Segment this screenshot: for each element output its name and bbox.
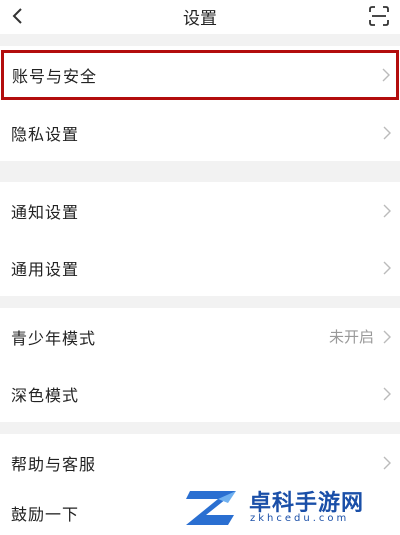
row-label: 帮助与客服 — [11, 454, 97, 474]
chevron-right-icon — [383, 456, 391, 469]
chevron-right-icon — [383, 126, 391, 139]
row-label: 深色模式 — [11, 385, 80, 405]
chevron-right-icon — [383, 387, 391, 400]
page-title: 设置 — [183, 9, 217, 29]
settings-row-general[interactable]: 通用设置 — [0, 239, 400, 296]
settings-row-account-security[interactable]: 账号与安全 — [1, 50, 399, 100]
row-label: 青少年模式 — [11, 328, 97, 348]
settings-row-privacy[interactable]: 隐私设置 — [0, 104, 400, 161]
row-label: 隐私设置 — [11, 124, 80, 144]
chevron-right-icon — [383, 204, 391, 217]
navigation-bar: 设置 — [0, 0, 400, 34]
chevron-right-icon — [382, 68, 390, 82]
row-label: 鼓励一下 — [11, 505, 80, 524]
scan-icon[interactable] — [368, 5, 390, 27]
watermark: 卓科手游网 zkhcedu.com — [184, 483, 394, 531]
settings-row-notifications[interactable]: 通知设置 — [0, 182, 400, 239]
settings-group-modes: 青少年模式 未开启 深色模式 — [0, 308, 400, 422]
settings-row-teen-mode[interactable]: 青少年模式 未开启 — [0, 308, 400, 365]
settings-row-dark-mode[interactable]: 深色模式 — [0, 365, 400, 422]
row-label: 通用设置 — [11, 259, 80, 279]
watermark-url: zkhcedu.com — [250, 513, 350, 524]
row-label: 通知设置 — [11, 202, 80, 222]
settings-group-account: 账号与安全 隐私设置 — [0, 46, 400, 161]
chevron-right-icon — [383, 261, 391, 274]
watermark-logo-icon — [186, 491, 236, 525]
settings-group-notifications: 通知设置 通用设置 — [0, 182, 400, 296]
row-label: 账号与安全 — [12, 67, 98, 86]
chevron-right-icon — [383, 330, 391, 343]
teen-mode-status: 未开启 — [328, 328, 374, 346]
